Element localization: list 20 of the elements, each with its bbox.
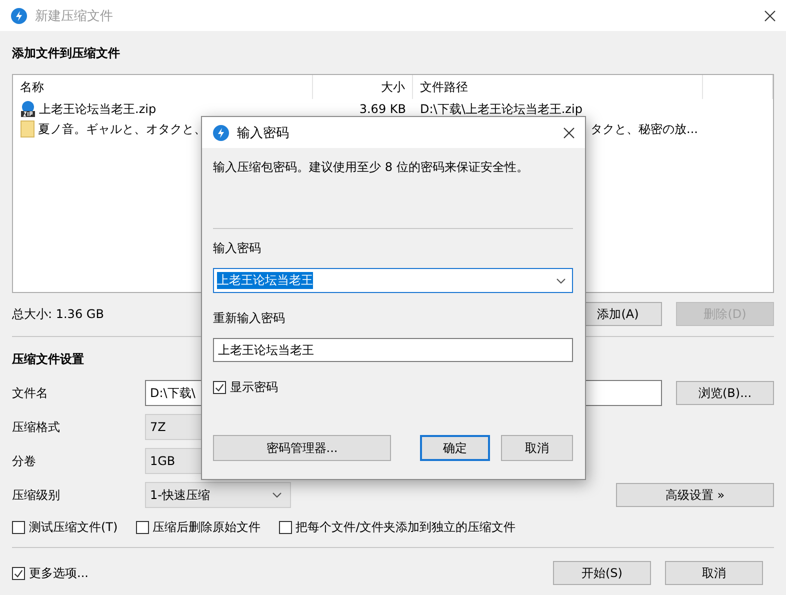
field-label: 文件名 [12, 384, 49, 402]
dialog-message: 输入压缩包密码。建议使用至少 8 位的密码来保证安全性。 [213, 159, 530, 175]
field-label: 分卷 [12, 452, 37, 470]
checkbox-label: 测试压缩文件(T) [29, 518, 118, 536]
field-label: 压缩级别 [12, 486, 61, 504]
section-heading: 添加文件到压缩文件 [12, 45, 121, 61]
file-path-cell-text: タクと、秘密の放... [590, 120, 699, 138]
field-label: 重新输入密码 [213, 310, 286, 326]
checkbox-label: 压缩后删除原始文件 [152, 518, 261, 536]
total-size: 总大小: 1.36 GB [12, 306, 104, 322]
field-label: 压缩格式 [12, 418, 61, 436]
file-size-cell-text: 3.69 KB [358, 102, 407, 116]
checkbox-label: 显示密码 [230, 379, 278, 396]
dialog-title: 输入密码 [237, 124, 290, 142]
checkbox-label: 把每个文件/文件夹添加到独立的压缩文件 [296, 518, 516, 536]
file-path-cell-text: D:\下载\上老王论坛当老王.zip [419, 100, 584, 118]
section-heading: 压缩文件设置 [12, 351, 85, 367]
window-title: 新建压缩文件 [35, 8, 114, 24]
checkbox-label: 更多选项... [29, 564, 88, 582]
field-label: 输入密码 [213, 240, 262, 256]
